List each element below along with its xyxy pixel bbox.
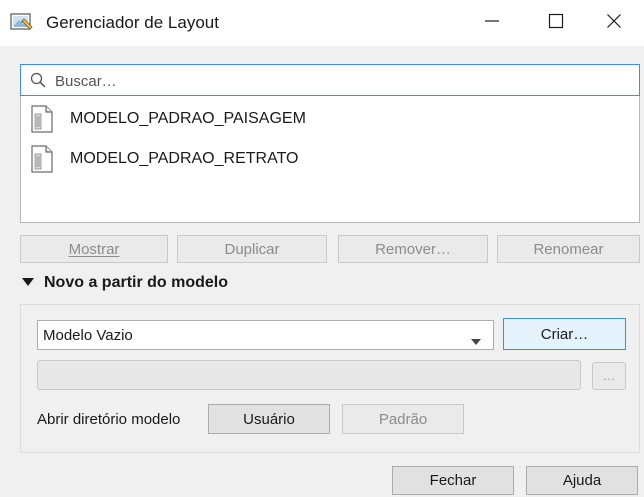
layout-document-icon — [26, 144, 56, 174]
minimize-icon — [484, 13, 500, 33]
close-window-button[interactable] — [584, 0, 644, 46]
default-directory-button[interactable]: Padrão — [342, 404, 464, 434]
open-directory-label: Abrir diretório modelo — [37, 411, 181, 428]
search-input[interactable] — [53, 68, 637, 94]
maximize-button[interactable] — [526, 0, 586, 46]
list-item[interactable]: MODELO_PADRAO_PAISAGEM — [26, 102, 626, 136]
user-directory-button[interactable]: Usuário — [208, 404, 330, 434]
list-item-label: MODELO_PADRAO_PAISAGEM — [70, 110, 306, 127]
rename-button-label: Renomear — [533, 240, 604, 258]
search-box — [20, 64, 640, 96]
close-button-label: Fechar — [429, 472, 477, 489]
remove-button[interactable]: Remover… — [338, 235, 488, 263]
show-button-label: Mostrar — [68, 240, 120, 258]
template-path-field[interactable] — [37, 360, 581, 390]
user-directory-button-label: Usuário — [243, 410, 295, 428]
close-button[interactable]: Fechar — [392, 466, 514, 495]
layout-document-icon — [26, 104, 56, 134]
browse-button[interactable]: … — [592, 362, 626, 390]
help-button-label: Ajuda — [562, 472, 602, 489]
duplicate-button-label: Duplicar — [224, 240, 280, 258]
duplicate-button[interactable]: Duplicar — [177, 235, 327, 263]
minimize-button[interactable] — [462, 0, 522, 46]
maximize-icon — [548, 13, 564, 33]
remove-button-label: Remover… — [375, 240, 451, 258]
section-title: Novo a partir do modelo — [44, 274, 229, 291]
create-button-label: Criar… — [540, 325, 589, 343]
title-bar: Gerenciador de Layout — [0, 0, 644, 46]
chevron-down-icon — [471, 332, 481, 349]
collapse-triangle-icon — [22, 274, 34, 292]
layout-manager-icon — [10, 11, 34, 33]
search-icon — [30, 72, 46, 92]
template-select[interactable]: Modelo Vazio — [37, 320, 494, 350]
default-directory-button-label: Padrão — [378, 410, 428, 428]
help-button[interactable]: Ajuda — [526, 466, 638, 495]
list-item-label: MODELO_PADRAO_RETRATO — [70, 150, 299, 167]
layout-list: MODELO_PADRAO_PAISAGEM MODELO_PADRAO_RET… — [20, 96, 640, 223]
rename-button[interactable]: Renomear — [497, 235, 640, 263]
browse-button-label: … — [603, 369, 615, 383]
create-button[interactable]: Criar… — [503, 318, 626, 350]
list-item[interactable]: MODELO_PADRAO_RETRATO — [26, 142, 626, 176]
new-from-template-header[interactable]: Novo a partir do modelo — [22, 274, 228, 292]
template-select-value: Modelo Vazio — [43, 327, 133, 344]
show-button[interactable]: Mostrar — [20, 235, 168, 263]
close-icon — [606, 13, 622, 33]
window-title: Gerenciador de Layout — [46, 13, 219, 32]
